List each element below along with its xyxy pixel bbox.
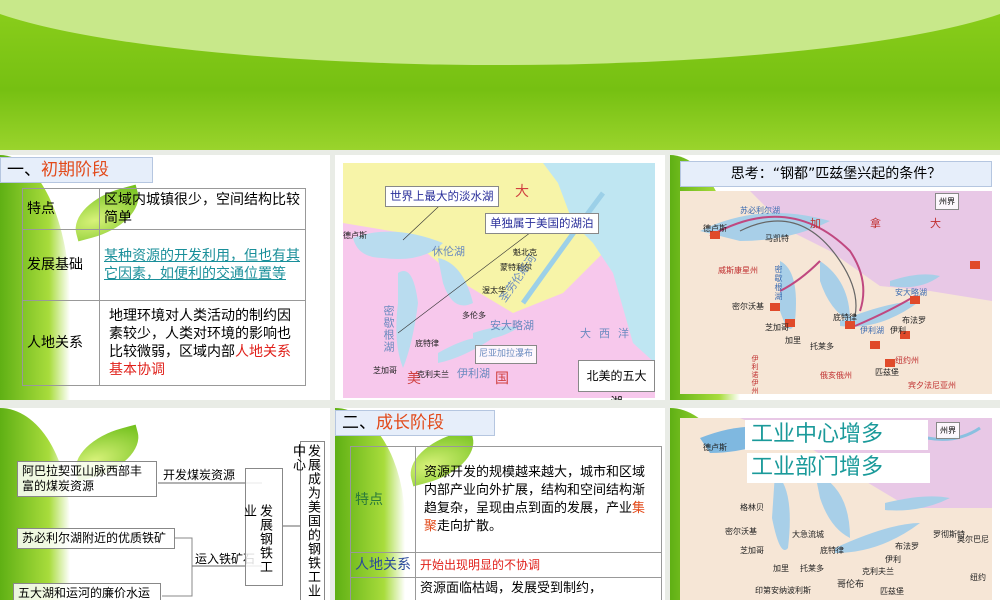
slide-thumbnail-1[interactable]: 一、初期阶段 特点 区域内城镇很少，空间结构比较简单 发展基础 某种资源的开发利用，… bbox=[0, 155, 330, 400]
city-label: 克利夫兰 bbox=[862, 567, 894, 576]
map-label: 加 bbox=[810, 217, 821, 230]
slide-thumbnail-6[interactable]: 州界 工业中心增多 工业部门增多 德卢斯 格林贝 密尔沃基 大急流城 芝加哥 加… bbox=[670, 408, 1000, 600]
map-label: 尼亚加拉瀑布 bbox=[475, 345, 538, 364]
section-heading: 一、初期阶段 bbox=[0, 157, 153, 183]
result-box: 发展成为美国的钢铁工业中心 bbox=[290, 441, 325, 600]
heading-prefix: 一、 bbox=[7, 160, 41, 180]
map-label: 拿 bbox=[870, 217, 881, 230]
map-callout: 世界上最大的淡水湖 bbox=[385, 186, 499, 207]
city-label: 大急流城 bbox=[792, 530, 824, 539]
row-label: 发展基础 bbox=[22, 229, 100, 301]
city-label: 格林贝 bbox=[740, 503, 764, 512]
row-label: 特点 bbox=[22, 188, 100, 230]
row-text-tail: 走向扩散。 bbox=[437, 518, 503, 534]
row-text: 区域内城镇很少，空间结构比较简单 bbox=[99, 188, 306, 230]
city-label: 底特律 bbox=[415, 339, 439, 348]
heading-prefix: 二、 bbox=[342, 413, 376, 433]
city-label: 加里 bbox=[785, 336, 801, 345]
slide-thumbnail-5[interactable]: 二、成长阶段 特点 资源开发的规模越来越大，城市和区域内部产业向外扩展，结构和空间… bbox=[335, 408, 665, 600]
overlay-text-2: 工业部门增多 bbox=[747, 453, 930, 483]
slide-thumbnail-3[interactable]: 思考：“钢都”匹兹堡兴起的条件？ 州界 加 拿 大 苏必利尔湖 密歇根湖 安大略… bbox=[670, 155, 1000, 400]
map-label: 国 bbox=[495, 371, 509, 387]
map-label: 大 bbox=[515, 184, 529, 200]
map-label: 大西洋 bbox=[580, 327, 637, 340]
city-label: 德卢斯 bbox=[703, 443, 727, 452]
steel-industry-map bbox=[680, 191, 992, 394]
map-caption: 北美的五大湖 bbox=[578, 360, 655, 400]
row-text: 开始出现明显的不协调 bbox=[415, 552, 662, 578]
map-label: 伊利湖 bbox=[860, 326, 884, 335]
map-label: 威斯康星州 bbox=[718, 266, 758, 275]
city-label: 托莱多 bbox=[800, 564, 824, 573]
city-label: 德卢斯 bbox=[343, 231, 367, 240]
city-label: 匹兹堡 bbox=[875, 368, 899, 377]
city-label: 芝加哥 bbox=[765, 323, 789, 332]
map-label: 宾夕法尼亚州 bbox=[908, 381, 956, 390]
city-label: 密尔沃基 bbox=[732, 302, 764, 311]
section-heading: 二、成长阶段 bbox=[335, 410, 495, 436]
map-label: 密歇根湖 bbox=[774, 265, 783, 301]
city-label: 底特律 bbox=[820, 546, 844, 555]
city-label: 伊利 bbox=[885, 555, 901, 564]
map-legend: 州界 bbox=[936, 422, 960, 439]
row-text: 资源开发的规模越来越大，城市和区域内部产业向外扩展，结构和空间结构渐趋复杂，呈现… bbox=[424, 464, 646, 516]
map-label: 伊利湖 bbox=[457, 367, 490, 380]
row-label: 人地关系 bbox=[350, 552, 416, 578]
map-label: 纽约州 bbox=[895, 356, 919, 365]
city-label: 布法罗 bbox=[895, 542, 919, 551]
map-label: 安大略湖 bbox=[490, 319, 534, 332]
map-label: 伊利诺伊州 bbox=[751, 355, 759, 395]
row-text-link[interactable]: 某种资源的开发利用，但也有其它因素，如便利的交通位置等 bbox=[99, 229, 306, 301]
city-label: 魁北克 bbox=[513, 248, 537, 257]
city-label: 匹兹堡 bbox=[880, 587, 904, 596]
city-label: 托莱多 bbox=[810, 342, 834, 351]
banner-curve-accent bbox=[0, 0, 1000, 65]
city-label: 加里 bbox=[773, 564, 789, 573]
city-label: 蒙特利尔 bbox=[500, 263, 532, 272]
slide-thumbnail-4[interactable]: 阿巴拉契亚山脉西部丰富的煤炭资源 苏必利尔湖附近的优质铁矿 五大湖和运河的廉价水… bbox=[0, 408, 330, 600]
row-label-empty bbox=[350, 577, 416, 600]
map-callout: 单独属于美国的湖泊 bbox=[485, 213, 599, 234]
heading-text: 成长阶段 bbox=[376, 413, 444, 433]
row-label: 特点 bbox=[350, 446, 416, 553]
middle-box: 发展钢铁工业 bbox=[241, 468, 283, 586]
city-label: 马凯特 bbox=[765, 234, 789, 243]
map-label: 大 bbox=[930, 217, 941, 230]
city-label: 奥尔巴尼 bbox=[957, 535, 989, 544]
map-label: 休伦湖 bbox=[432, 245, 465, 258]
city-label: 德卢斯 bbox=[703, 224, 727, 233]
title-banner bbox=[0, 0, 1000, 150]
heading-text: 初期阶段 bbox=[41, 160, 109, 180]
city-label: 芝加哥 bbox=[740, 546, 764, 555]
city-label: 密尔沃基 bbox=[725, 527, 757, 536]
map-label: 安大略湖 bbox=[895, 288, 927, 297]
overlay-text-1: 工业中心增多 bbox=[745, 420, 928, 450]
city-label: 哥伦布 bbox=[836, 580, 866, 591]
city-label: 渥太华 bbox=[482, 286, 506, 295]
map-label: 俄亥俄州 bbox=[820, 371, 852, 380]
map-label: 密歇根湖 bbox=[382, 305, 395, 353]
city-label: 底特律 bbox=[833, 313, 857, 322]
slide-thumbnail-2[interactable]: 世界上最大的淡水湖 单独属于美国的湖泊 大 休伦湖 密歇根湖 安大略湖 伊利湖 … bbox=[335, 155, 665, 400]
city-label: 纽约 bbox=[970, 573, 986, 582]
city-label: 克利夫兰 bbox=[417, 370, 449, 379]
row-label: 人地关系 bbox=[22, 300, 100, 386]
city-label: 多伦多 bbox=[462, 311, 486, 320]
map-legend: 州界 bbox=[935, 193, 959, 210]
map-label: 苏必利尔湖 bbox=[740, 206, 780, 215]
city-label: 伊利 bbox=[890, 326, 906, 335]
city-label: 芝加哥 bbox=[373, 366, 397, 375]
slide-title: 思考：“钢都”匹兹堡兴起的条件？ bbox=[680, 161, 992, 187]
row-text: 资源面临枯竭，发展受到制约， bbox=[415, 577, 662, 600]
city-label: 印第安纳波利斯 bbox=[755, 586, 811, 595]
